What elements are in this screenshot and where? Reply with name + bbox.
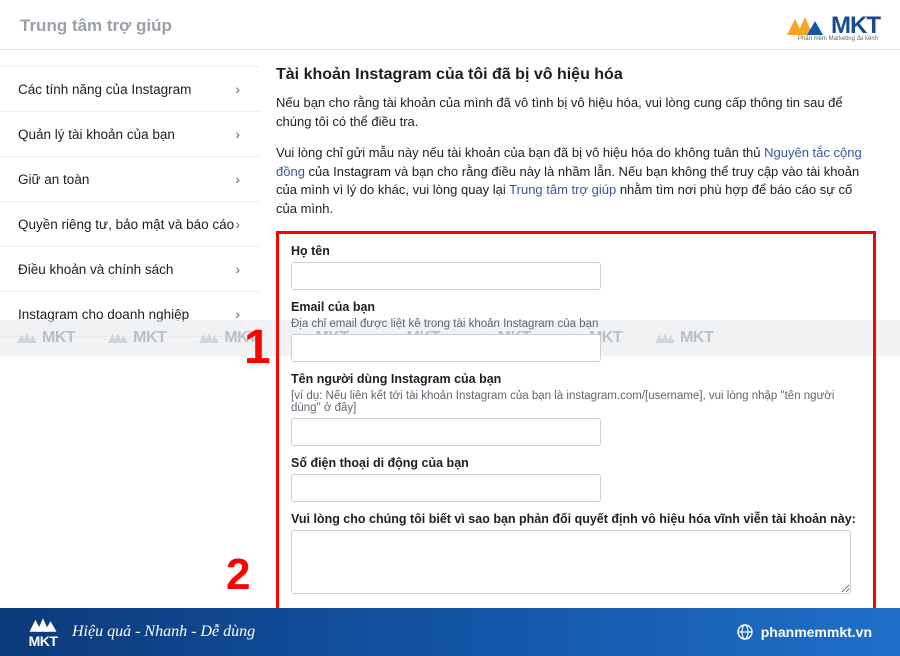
email-label: Email của bạn	[291, 300, 861, 314]
chevron-right-icon: ›	[235, 306, 240, 322]
annotation-one: 1	[244, 320, 271, 375]
email-hint: Địa chỉ email được liệt kê trong tài kho…	[291, 318, 861, 330]
sidebar-item-business[interactable]: Instagram cho doanh nghiệp ›	[0, 292, 260, 337]
sidebar-item-label: Điều khoản và chính sách	[18, 262, 173, 277]
sidebar-item-label: Quyền riêng tư, bảo mật và báo cáo	[18, 217, 234, 232]
footer-logo: MKT	[28, 616, 58, 648]
chevron-right-icon: ›	[235, 261, 240, 277]
page-title: Tài khoản Instagram của tôi đã bị vô hiệ…	[276, 66, 876, 84]
field-full-name: Họ tên	[291, 244, 861, 290]
username-label: Tên người dùng Instagram của bạn	[291, 372, 861, 386]
field-username: Tên người dùng Instagram của bạn [ví dụ:…	[291, 372, 861, 446]
app-header: Trung tâm trợ giúp MKT Phần mềm Marketin…	[0, 0, 900, 50]
sidebar-item-manage-account[interactable]: Quản lý tài khoản của bạn ›	[0, 112, 260, 157]
annotation-two: 2	[226, 550, 250, 600]
field-email: Email của bạn Địa chỉ email được liệt kê…	[291, 300, 861, 362]
sidebar-item-label: Quản lý tài khoản của bạn	[18, 127, 175, 142]
chevron-right-icon: ›	[235, 171, 240, 187]
phone-input[interactable]	[291, 474, 601, 502]
brand-tagline: Phần mềm Marketing đa kênh	[798, 36, 878, 42]
sidebar-item-terms[interactable]: Điều khoản và chính sách ›	[0, 247, 260, 292]
sidebar-item-features[interactable]: Các tính năng của Instagram ›	[0, 66, 260, 112]
username-hint: [ví dụ: Nếu liên kết tới tài khoản Insta…	[291, 390, 861, 414]
footer-slogan: Hiệu quả - Nhanh - Dễ dùng	[72, 623, 255, 641]
phone-label: Số điện thoại di động của bạn	[291, 456, 861, 470]
footer-site-link[interactable]: phanmemmkt.vn	[737, 624, 872, 640]
username-input[interactable]	[291, 418, 601, 446]
help-center-link[interactable]: Trung tâm trợ giúp	[509, 182, 616, 197]
email-input[interactable]	[291, 334, 601, 362]
chevron-right-icon: ›	[235, 126, 240, 142]
main-content: Tài khoản Instagram của tôi đã bị vô hiệ…	[260, 50, 900, 608]
full-name-input[interactable]	[291, 262, 601, 290]
globe-icon	[737, 624, 753, 640]
footer-brand-name: MKT	[29, 634, 58, 648]
header-title: Trung tâm trợ giúp	[20, 16, 172, 36]
footer-site-text: phanmemmkt.vn	[761, 624, 872, 640]
reason-label: Vui lòng cho chúng tôi biết vì sao bạn p…	[291, 512, 861, 526]
content-layout: Các tính năng của Instagram › Quản lý tà…	[0, 50, 900, 608]
sidebar-item-privacy[interactable]: Quyền riêng tư, bảo mật và báo cáo ›	[0, 202, 260, 247]
chevron-right-icon: ›	[235, 81, 240, 97]
brand-shards-icon	[28, 616, 58, 634]
appeal-form: Họ tên Email của bạn Địa chỉ email được …	[276, 231, 876, 608]
sidebar-item-label: Instagram cho doanh nghiệp	[18, 307, 189, 322]
reason-textarea[interactable]	[291, 530, 851, 594]
field-reason: Vui lòng cho chúng tôi biết vì sao bạn p…	[291, 512, 861, 597]
sidebar: Các tính năng của Instagram › Quản lý tà…	[0, 50, 260, 608]
field-phone: Số điện thoại di động của bạn	[291, 456, 861, 502]
sidebar-item-label: Giữ an toàn	[18, 172, 89, 187]
notice-text: Vui lòng chỉ gửi mẫu này nếu tài khoản c…	[276, 144, 876, 219]
full-name-label: Họ tên	[291, 244, 861, 258]
intro-text: Nếu bạn cho rằng tài khoản của mình đã v…	[276, 94, 876, 132]
sidebar-item-safety[interactable]: Giữ an toàn ›	[0, 157, 260, 202]
sidebar-item-label: Các tính năng của Instagram	[18, 82, 191, 97]
brand-shards-icon	[785, 15, 825, 37]
brand-footer: MKT Hiệu quả - Nhanh - Dễ dùng phanmemmk…	[0, 608, 900, 656]
chevron-right-icon: ›	[235, 216, 240, 232]
